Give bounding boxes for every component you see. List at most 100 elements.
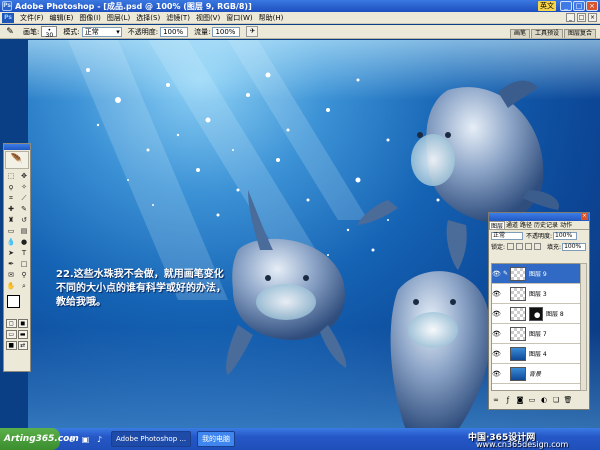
photoshop-feather-icon[interactable]: 🪶	[5, 151, 29, 169]
lock-transparent-icon[interactable]	[507, 243, 515, 250]
start-button[interactable]: Arting365.com	[0, 428, 79, 450]
menu-filter[interactable]: 滤镜(T)	[163, 13, 193, 23]
toolbox-title-bar[interactable]	[4, 144, 30, 150]
quick-mask-mode-button[interactable]: ◼	[17, 319, 28, 328]
layer-row-background[interactable]: 👁 背景	[492, 364, 580, 384]
lock-image-icon[interactable]	[516, 243, 524, 250]
delete-layer-icon[interactable]: 🗑	[563, 395, 573, 405]
full-screen-mode-button[interactable]: ■	[6, 341, 17, 350]
layer-row-4[interactable]: 👁 图层 4	[492, 344, 580, 364]
healing-brush-tool-icon[interactable]: ✚	[5, 204, 17, 214]
menu-image[interactable]: 图像(I)	[76, 13, 104, 23]
photoshop-app-icon[interactable]: Ps	[2, 1, 12, 11]
visibility-eye-icon[interactable]: 👁	[492, 290, 501, 298]
layer-row-8[interactable]: 👁 图层 8	[492, 304, 580, 324]
desktop-icon[interactable]: ▣	[80, 434, 91, 445]
eraser-tool-icon[interactable]: ▭	[5, 226, 17, 236]
type-tool-icon[interactable]: T	[18, 248, 30, 258]
menu-view[interactable]: 视图(V)	[193, 13, 223, 23]
flow-input[interactable]: 100%	[212, 26, 241, 37]
standard-mode-button[interactable]: ◻	[6, 319, 17, 328]
lock-position-icon[interactable]	[525, 243, 533, 250]
opacity-input[interactable]: 100%	[160, 26, 189, 37]
visibility-eye-icon[interactable]: 👁	[492, 370, 501, 378]
mode-select[interactable]: 正常	[81, 26, 122, 37]
menu-window[interactable]: 窗口(W)	[223, 13, 255, 23]
tab-paths[interactable]: 路径	[519, 221, 533, 229]
eyedropper-tool-icon[interactable]: ⚲	[18, 270, 30, 280]
imageready-button[interactable]: ⇄	[17, 341, 28, 350]
slice-tool-icon[interactable]: ⟋	[18, 193, 30, 203]
ie-icon[interactable]: e	[66, 434, 77, 445]
language-indicator[interactable]: 英文	[538, 1, 556, 11]
add-mask-icon[interactable]: ◙	[515, 395, 525, 405]
magic-wand-tool-icon[interactable]: ✧	[18, 182, 30, 192]
tab-layers[interactable]: 图层	[489, 221, 506, 230]
marquee-tool-icon[interactable]: ⬚	[5, 171, 17, 181]
link-layers-icon[interactable]: ∞	[491, 395, 501, 405]
hand-tool-icon[interactable]: ✋	[5, 281, 17, 291]
taskbar-item-my-computer[interactable]: 我的电脑	[197, 431, 236, 447]
doc-restore-button[interactable]: □	[577, 13, 586, 22]
minimize-button[interactable]: _	[560, 1, 572, 11]
visibility-eye-icon[interactable]: 👁	[492, 350, 501, 358]
maximize-button[interactable]: □	[573, 1, 585, 11]
blur-tool-icon[interactable]: 💧	[5, 237, 17, 247]
standard-screen-mode-button[interactable]: ▭	[6, 330, 17, 339]
layer-row-7[interactable]: 👁 图层 7	[492, 324, 580, 344]
path-selection-tool-icon[interactable]: ➤	[5, 248, 17, 258]
zoom-tool-icon[interactable]: ⌕	[18, 281, 30, 291]
brush-tool-icon[interactable]: ✎	[3, 26, 17, 38]
layer-list-scrollbar[interactable]	[580, 263, 587, 391]
layer-opacity-input[interactable]: 100%	[553, 231, 578, 240]
taskbar-item-photoshop[interactable]: Adobe Photoshop ...	[111, 431, 192, 447]
visibility-eye-icon[interactable]: 👁	[492, 330, 501, 338]
document-menu-icon[interactable]: Ps	[2, 12, 14, 23]
gradient-tool-icon[interactable]: ▤	[18, 226, 30, 236]
menu-edit[interactable]: 编辑(E)	[47, 13, 77, 23]
tab-actions[interactable]: 动作	[559, 221, 573, 229]
new-set-icon[interactable]: ▭	[527, 395, 537, 405]
menu-help[interactable]: 帮助(H)	[256, 13, 287, 23]
history-brush-tool-icon[interactable]: ↺	[18, 215, 30, 225]
tutorial-caption: 22.这些水珠我不会做，就用画笔变化不同的大小点的谁有科学或好的办法，教给我哦。	[56, 269, 226, 308]
brush-size-picker[interactable]: • 30	[41, 26, 58, 39]
foreground-color-swatch[interactable]	[7, 295, 20, 308]
menu-file[interactable]: 文件(F)	[17, 13, 47, 23]
layer-row-3[interactable]: 👁 图层 3	[492, 284, 580, 304]
blend-mode-select[interactable]: 正常	[491, 231, 523, 240]
adjustment-layer-icon[interactable]: ◐	[539, 395, 549, 405]
close-button[interactable]: ×	[586, 1, 598, 11]
doc-minimize-button[interactable]: _	[566, 13, 575, 22]
move-tool-icon[interactable]: ✥	[18, 171, 30, 181]
pen-tool-icon[interactable]: ✒	[5, 259, 17, 269]
visibility-eye-icon[interactable]: 👁	[492, 310, 501, 318]
menu-select[interactable]: 选择(S)	[133, 13, 163, 23]
notes-tool-icon[interactable]: ✉	[5, 270, 17, 280]
layers-panel-close-button[interactable]: ×	[581, 213, 588, 220]
layer-row-9[interactable]: 👁 ✎ 图层 9	[492, 264, 580, 284]
airbrush-toggle-icon[interactable]: ✈	[246, 26, 259, 37]
doc-close-button[interactable]: ×	[588, 13, 597, 22]
layer-style-icon[interactable]: ƒ	[503, 395, 513, 405]
media-icon[interactable]: ♪	[94, 434, 105, 445]
tab-history[interactable]: 历史记录	[533, 221, 559, 229]
layer-mask-thumbnail[interactable]	[529, 306, 543, 321]
clone-stamp-tool-icon[interactable]: ♜	[5, 215, 17, 225]
lasso-tool-icon[interactable]: ϙ	[5, 182, 17, 192]
lock-all-icon[interactable]	[534, 243, 542, 250]
palette-tab-tool-presets[interactable]: 工具预设	[530, 29, 563, 38]
full-screen-menu-mode-button[interactable]: ▬	[17, 330, 28, 339]
palette-tab-layer-comps[interactable]: 图层复合	[563, 29, 596, 38]
brush-tool-icon[interactable]: ✎	[18, 204, 30, 214]
tab-channels[interactable]: 通道	[505, 221, 519, 229]
shape-tool-icon[interactable]: □	[18, 259, 30, 269]
visibility-eye-icon[interactable]: 👁	[492, 270, 501, 278]
dodge-tool-icon[interactable]: ●	[18, 237, 30, 247]
palette-tab-brushes[interactable]: 画笔	[509, 29, 530, 38]
fill-input[interactable]: 100%	[562, 242, 587, 251]
layers-panel-title-bar[interactable]: ×	[489, 213, 589, 221]
new-layer-icon[interactable]: ❏	[551, 395, 561, 405]
menu-layer[interactable]: 图层(L)	[104, 13, 133, 23]
crop-tool-icon[interactable]: ⌗	[5, 193, 17, 203]
